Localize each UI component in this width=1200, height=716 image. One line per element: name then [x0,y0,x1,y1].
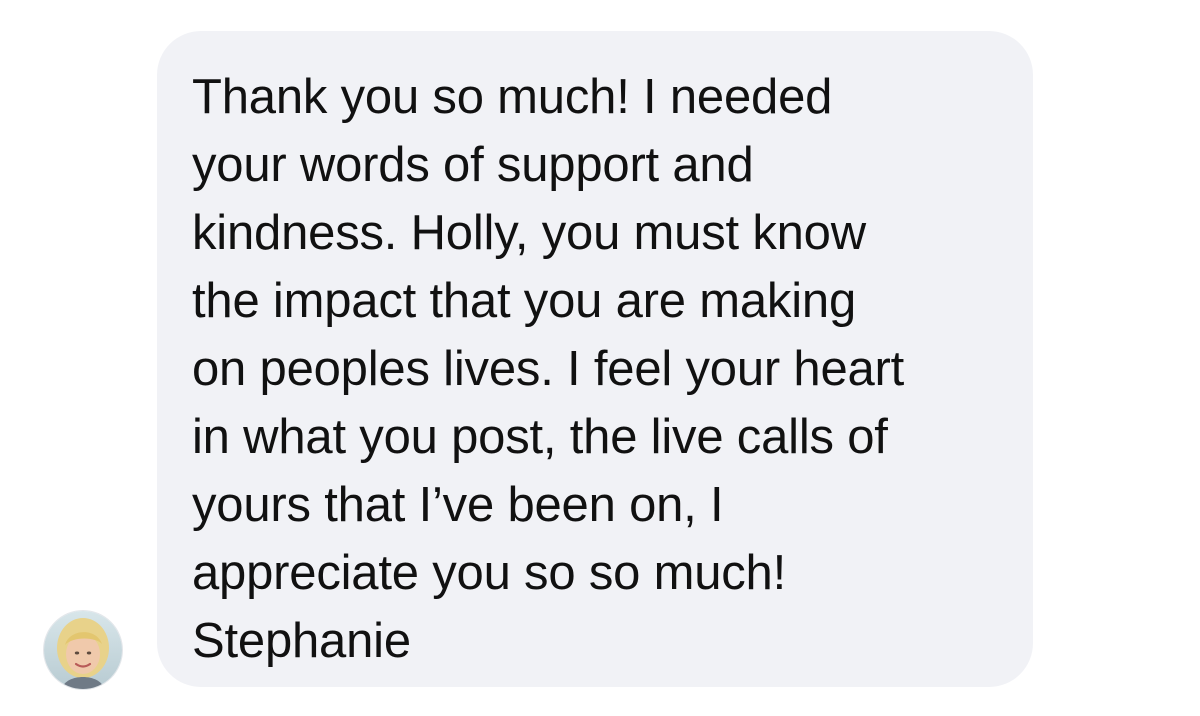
message-line: in what you post, the live calls of [192,410,888,464]
message-signature: Stephanie [192,614,411,668]
message-line: the impact that you are making [192,274,857,328]
profile-photo-icon [44,611,122,689]
message-line: Thank you so much! I needed [192,70,833,124]
message-line: kindness. Holly, you must know [192,206,866,260]
sender-avatar[interactable] [44,611,122,689]
message-line: yours that I’ve been on, I [192,478,724,532]
message-line: on peoples lives. I feel your heart [192,342,905,396]
message-bubble[interactable]: Thank you so much! I needed your words o… [157,31,1033,687]
conversation-view: Thank you so much! I needed your words o… [0,0,1200,716]
message-line: appreciate you so so much! [192,546,787,600]
message-line: your words of support and [192,138,754,192]
